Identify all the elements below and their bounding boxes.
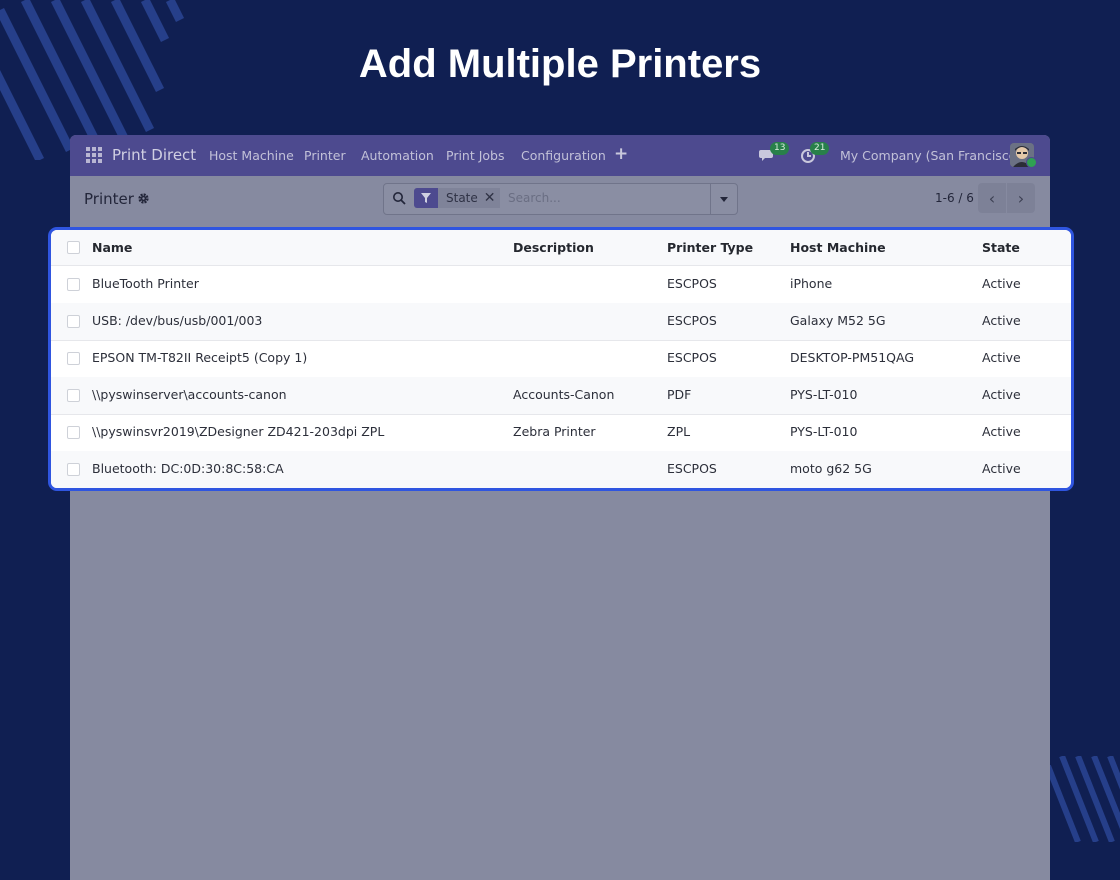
table-row[interactable]: \\pyswinsvr2019\ZDesigner ZD421-203dpi Z…	[51, 414, 1071, 452]
row-state: Active	[982, 461, 1021, 476]
row-host-machine: moto g62 5G	[790, 461, 872, 476]
row-host-machine: PYS-LT-010	[790, 387, 858, 402]
row-name: BlueTooth Printer	[92, 276, 199, 291]
row-description: Accounts-Canon	[513, 387, 615, 402]
row-checkbox[interactable]	[67, 278, 80, 291]
row-checkbox[interactable]	[67, 463, 80, 476]
select-all-checkbox[interactable]	[67, 241, 80, 254]
table-row[interactable]: BlueTooth Printer ESCPOS iPhone Active	[51, 266, 1071, 304]
gear-icon[interactable]	[137, 192, 150, 205]
pager-next-button[interactable]: ›	[1007, 183, 1035, 213]
row-name: Bluetooth: DC:0D:30:8C:58:CA	[92, 461, 284, 476]
messages-count-badge: 13	[770, 142, 790, 155]
column-header-name[interactable]: Name	[92, 240, 132, 255]
chevron-left-icon: ‹	[988, 188, 996, 208]
table-row[interactable]: Bluetooth: DC:0D:30:8C:58:CA ESCPOS moto…	[51, 451, 1071, 488]
printer-list-table: Name Description Printer Type Host Machi…	[48, 227, 1074, 491]
control-panel: Printer State ✕ 1-6 / 6	[70, 176, 1050, 226]
row-state: Active	[982, 350, 1021, 365]
row-name: \\pyswinserver\accounts-canon	[92, 387, 287, 402]
activities-count-badge: 21	[810, 142, 830, 155]
row-checkbox[interactable]	[67, 389, 80, 402]
row-state: Active	[982, 387, 1021, 402]
row-printer-type: ESCPOS	[667, 276, 717, 291]
row-host-machine: Galaxy M52 5G	[790, 313, 886, 328]
row-host-machine: DESKTOP-PM51QAG	[790, 350, 915, 365]
nav-item-printer[interactable]: Printer	[304, 148, 346, 163]
column-header-state[interactable]: State	[982, 240, 1020, 255]
search-input[interactable]	[506, 190, 710, 206]
column-header-host-machine[interactable]: Host Machine	[790, 240, 886, 255]
search-icon[interactable]	[392, 191, 406, 205]
chevron-right-icon: ›	[1017, 188, 1025, 208]
hero-title: Add Multiple Printers	[358, 42, 762, 86]
company-switcher[interactable]: My Company (San Francisco)	[840, 148, 1021, 163]
online-status-dot	[1026, 157, 1037, 168]
apps-menu-icon[interactable]	[86, 147, 102, 163]
stripes-decoration-bottom-right	[1048, 756, 1120, 842]
breadcrumb-printer: Printer	[84, 190, 134, 208]
caret-down-icon	[720, 196, 728, 202]
pager-previous-button[interactable]: ‹	[978, 183, 1006, 213]
remove-facet-close-icon[interactable]: ✕	[483, 188, 500, 208]
pager-value[interactable]: 1-6 / 6	[935, 191, 974, 205]
nav-item-automation[interactable]: Automation	[361, 148, 434, 163]
row-state: Active	[982, 313, 1021, 328]
search-bar: State ✕	[383, 183, 738, 215]
search-facet-state: State ✕	[414, 188, 500, 208]
row-checkbox[interactable]	[67, 426, 80, 439]
nav-item-host-machine[interactable]: Host Machine	[209, 148, 294, 163]
row-printer-type: ESCPOS	[667, 313, 717, 328]
row-printer-type: ESCPOS	[667, 461, 717, 476]
add-menu-plus-icon[interactable]: +	[614, 144, 628, 164]
facet-label: State	[438, 188, 484, 208]
search-options-toggle[interactable]	[710, 184, 737, 214]
row-printer-type: ZPL	[667, 424, 691, 439]
row-host-machine: iPhone	[790, 276, 833, 291]
row-name: \\pyswinsvr2019\ZDesigner ZD421-203dpi Z…	[92, 424, 385, 439]
app-brand[interactable]: Print Direct	[112, 146, 196, 164]
table-row[interactable]: \\pyswinserver\accounts-canon Accounts-C…	[51, 377, 1071, 415]
row-printer-type: ESCPOS	[667, 350, 717, 365]
nav-item-print-jobs[interactable]: Print Jobs	[446, 148, 505, 163]
row-state: Active	[982, 276, 1021, 291]
row-name: EPSON TM-T82II Receipt5 (Copy 1)	[92, 350, 308, 365]
nav-item-configuration[interactable]: Configuration	[521, 148, 606, 163]
row-state: Active	[982, 424, 1021, 439]
table-header: Name Description Printer Type Host Machi…	[51, 230, 1071, 266]
row-checkbox[interactable]	[67, 352, 80, 365]
column-header-description[interactable]: Description	[513, 240, 594, 255]
row-name: USB: /dev/bus/usb/001/003	[92, 313, 263, 328]
row-description: Zebra Printer	[513, 424, 596, 439]
row-host-machine: PYS-LT-010	[790, 424, 858, 439]
row-checkbox[interactable]	[67, 315, 80, 328]
top-navbar: Print Direct Host Machine Printer Automa…	[70, 135, 1050, 176]
row-printer-type: PDF	[667, 387, 692, 402]
column-header-printer-type[interactable]: Printer Type	[667, 240, 753, 255]
filter-funnel-icon	[414, 188, 438, 208]
table-row[interactable]: USB: /dev/bus/usb/001/003 ESCPOS Galaxy …	[51, 303, 1071, 341]
table-row[interactable]: EPSON TM-T82II Receipt5 (Copy 1) ESCPOS …	[51, 340, 1071, 378]
